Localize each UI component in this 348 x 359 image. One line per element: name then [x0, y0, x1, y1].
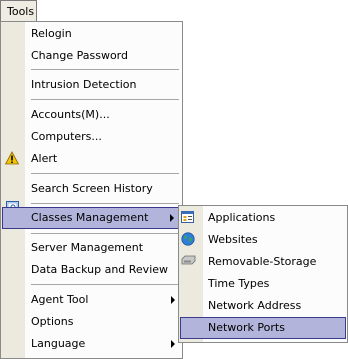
menu-item-label: Alert	[31, 152, 58, 165]
submenu-item-label: Time Types	[208, 277, 270, 290]
submenu-item-label: Network Address	[208, 299, 302, 312]
menu-item-label: Search Screen History	[31, 182, 153, 195]
menu-item-search-screen-history[interactable]: Search Screen History	[2, 178, 181, 200]
submenu-item-network-ports[interactable]: Network Ports	[180, 317, 346, 339]
menu-item-server-management[interactable]: Server Management	[2, 237, 181, 259]
menu-item-accounts[interactable]: Accounts(M)...	[2, 104, 181, 126]
tools-menu-label: Tools	[7, 5, 35, 18]
menu-item-label: Server Management	[31, 241, 144, 254]
submenu-item-removable-storage[interactable]: Removable-Storage	[180, 251, 346, 273]
menu-item-options[interactable]: Options	[2, 311, 181, 333]
menu-item-label: Data Backup and Review	[31, 263, 169, 276]
submenu-item-time-types[interactable]: Time Types	[180, 273, 346, 295]
websites-globe-icon	[181, 232, 195, 246]
menu-item-label: Accounts(M)...	[31, 108, 110, 121]
removable-storage-icon	[181, 255, 196, 265]
menu-separator	[31, 173, 179, 174]
submenu-item-applications[interactable]: Applications	[180, 207, 346, 229]
applications-icon	[181, 211, 194, 223]
menu-item-agent-tool[interactable]: Agent Tool	[2, 289, 181, 311]
submenu-item-label: Network Ports	[208, 321, 285, 334]
warning-icon	[5, 151, 19, 165]
submenu-item-websites[interactable]: Websites	[180, 229, 346, 251]
submenu-arrow-icon	[171, 340, 175, 348]
menu-item-label: Computers...	[31, 130, 102, 143]
menu-separator	[31, 99, 179, 100]
menu-item-classes-management[interactable]: Classes Management	[2, 207, 181, 229]
submenu-item-label: Removable-Storage	[208, 255, 317, 268]
tools-menu-tab[interactable]: Tools	[0, 0, 37, 21]
menu-item-label: Classes Management	[31, 211, 149, 224]
menu-item-computers[interactable]: Computers...	[2, 126, 181, 148]
submenu-arrow-icon	[170, 214, 174, 222]
menu-separator	[31, 69, 179, 70]
menu-item-intrusion-detection[interactable]: Intrusion Detection	[2, 74, 181, 96]
menu-item-label: Change Password	[31, 49, 128, 62]
submenu-item-label: Applications	[208, 211, 276, 224]
menu-item-label: Relogin	[31, 27, 72, 40]
submenu-item-label: Websites	[208, 233, 258, 246]
classes-management-submenu: Applications Websites Removable-Storage …	[178, 205, 348, 343]
menu-separator	[31, 203, 179, 204]
menubar: Tools	[0, 0, 348, 22]
menu-item-relogin[interactable]: Relogin	[2, 23, 181, 45]
menu-item-language[interactable]: Language	[2, 333, 181, 355]
menu-separator	[31, 233, 179, 234]
menu-item-data-backup-review[interactable]: Data Backup and Review	[2, 259, 181, 281]
menu-item-label: Language	[31, 337, 86, 350]
menu-item-change-password[interactable]: Change Password	[2, 45, 181, 67]
menu-item-label: Agent Tool	[31, 293, 89, 306]
submenu-item-network-address[interactable]: Network Address	[180, 295, 346, 317]
menu-separator	[31, 284, 179, 285]
submenu-arrow-icon	[171, 296, 175, 304]
menu-item-alert[interactable]: Alert	[2, 148, 181, 170]
menu-item-label: Intrusion Detection	[31, 78, 137, 91]
menu-item-label: Options	[31, 315, 74, 328]
tools-dropdown-menu: Relogin Change Password Intrusion Detect…	[0, 21, 183, 359]
